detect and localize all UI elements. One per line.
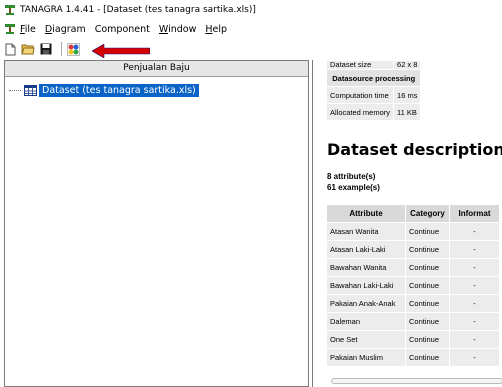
table-row: Pakaian Anak-Anak Continue - [326, 294, 500, 313]
diagram-title: Penjualan Baju [5, 61, 308, 77]
info-value: 62 x 8 [393, 60, 422, 70]
toolbar-separator [61, 42, 62, 56]
attribute-table-header: Attribute Category Informat [326, 204, 500, 223]
attribute-info: - [449, 330, 500, 349]
example-count: 61 example(s) [327, 183, 380, 192]
attribute-name: Bawahan Laki-Laki [326, 276, 406, 295]
attribute-category: Continue [405, 312, 450, 331]
title-bar: TANAGRA 1.4.41 - [Dataset (tes tanagra s… [0, 0, 502, 20]
header-attribute: Attribute [326, 204, 406, 223]
table-row: Bawahan Wanita Continue - [326, 258, 500, 277]
component-button[interactable] [66, 42, 80, 56]
attribute-info: - [449, 240, 500, 259]
table-row: One Set Continue - [326, 330, 500, 349]
document-window-icon[interactable] [4, 23, 16, 35]
red-arrow-annotation [92, 44, 150, 58]
attribute-name: Bawahan Wanita [326, 258, 406, 277]
info-row-dataset-size: Dataset size 62 x 8 [325, 60, 422, 70]
attribute-category: Continue [405, 276, 450, 295]
attribute-info: - [449, 276, 500, 295]
attribute-category: Continue [405, 258, 450, 277]
table-row: Atasan Wanita Continue - [326, 222, 500, 241]
tree-item-dataset[interactable]: Dataset (tes tanagra sartika.xls) [9, 83, 308, 97]
info-label: Computation time [325, 86, 395, 104]
results-pane[interactable]: Dataset size 62 x 8 Datasource processin… [312, 60, 502, 387]
diagram-tree: Dataset (tes tanagra sartika.xls) [5, 77, 308, 97]
menu-component[interactable]: Component [95, 24, 150, 35]
attribute-name: Atasan Laki-Laki [326, 240, 406, 259]
info-table: Dataset size 62 x 8 Datasource processin… [325, 60, 422, 121]
menu-file[interactable]: File [20, 24, 36, 35]
attribute-category: Continue [405, 330, 450, 349]
table-row: Atasan Laki-Laki Continue - [326, 240, 500, 259]
diagram-pane: Penjualan Baju Dataset (tes tanagra sart… [4, 60, 309, 387]
info-section-row: Datasource processing [325, 69, 422, 87]
info-row-allocated-memory: Allocated memory 11 KB [325, 103, 422, 121]
window-title: TANAGRA 1.4.41 - [Dataset (tes tanagra s… [20, 5, 256, 15]
menu-help[interactable]: Help [205, 24, 227, 35]
attribute-info: - [449, 294, 500, 313]
table-row: Bawahan Laki-Laki Continue - [326, 276, 500, 295]
save-button[interactable] [39, 42, 53, 56]
open-folder-icon [21, 44, 35, 55]
info-label: Allocated memory [325, 103, 395, 121]
menu-window[interactable]: Window [159, 24, 196, 35]
header-category: Category [405, 204, 450, 223]
dataset-summary: 8 attribute(s) 61 example(s) [327, 171, 380, 193]
tree-connector [9, 89, 21, 91]
menu-diagram[interactable]: Diagram [45, 24, 86, 35]
attribute-category: Continue [405, 222, 450, 241]
attribute-info: - [449, 348, 500, 367]
menu-bar: File Diagram Component Window Help [0, 20, 502, 38]
info-label: Dataset size [325, 60, 395, 70]
horizontal-scrollbar[interactable] [331, 378, 502, 384]
header-informat: Informat [449, 204, 500, 223]
save-disk-icon [40, 43, 52, 55]
attribute-info: - [449, 312, 500, 331]
table-row: Daleman Continue - [326, 312, 500, 331]
dataset-description-heading: Dataset description [327, 140, 502, 159]
component-icon [66, 42, 80, 56]
new-file-icon [5, 43, 15, 55]
new-file-button[interactable] [3, 42, 17, 56]
tanagra-app-icon[interactable] [4, 4, 16, 16]
info-section-title: Datasource processing [325, 69, 422, 87]
attribute-info: - [449, 222, 500, 241]
attribute-name: Daleman [326, 312, 406, 331]
attribute-name: Pakaian Anak-Anak [326, 294, 406, 313]
info-row-computation-time: Computation time 16 ms [325, 86, 422, 104]
open-button[interactable] [21, 42, 35, 56]
attribute-name: One Set [326, 330, 406, 349]
attribute-name: Atasan Wanita [326, 222, 406, 241]
attribute-name: Pakaian Muslim [326, 348, 406, 367]
attribute-table: Attribute Category Informat Atasan Wanit… [326, 204, 500, 367]
toolbar [0, 39, 502, 59]
info-value: 11 KB [393, 103, 422, 121]
dataset-table-icon [24, 84, 37, 96]
attribute-category: Continue [405, 240, 450, 259]
attribute-category: Continue [405, 294, 450, 313]
info-value: 16 ms [393, 86, 422, 104]
tree-item-label: Dataset (tes tanagra sartika.xls) [39, 83, 199, 97]
attribute-info: - [449, 258, 500, 277]
attribute-category: Continue [405, 348, 450, 367]
table-row: Pakaian Muslim Continue - [326, 348, 500, 367]
attribute-count: 8 attribute(s) [327, 172, 376, 181]
